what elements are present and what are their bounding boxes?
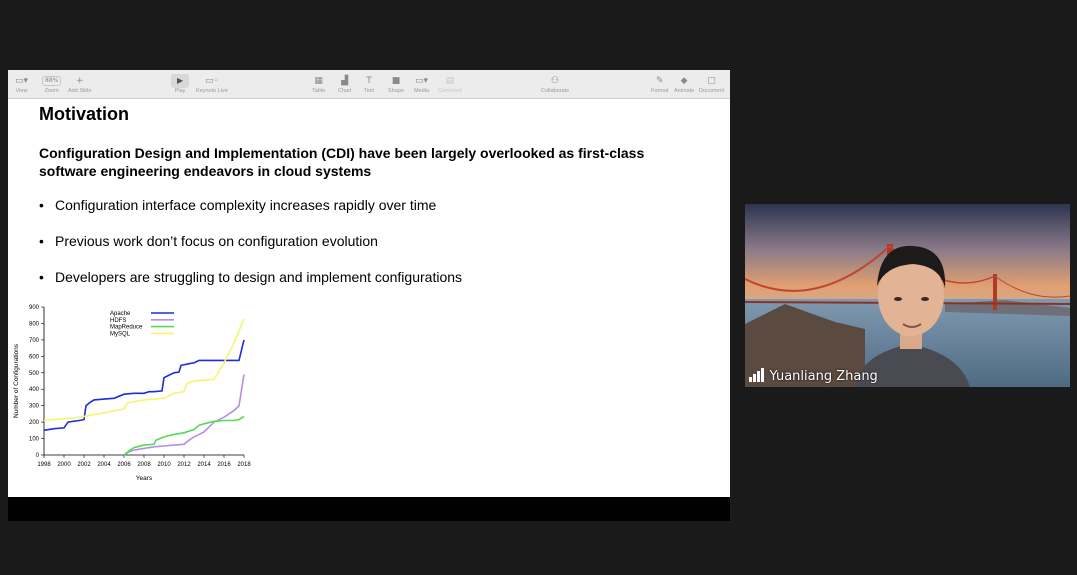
comment-button[interactable]: ▤ Comment: [438, 74, 462, 95]
add-slide-label: Add Slide: [68, 88, 92, 94]
document-button[interactable]: ▢ Document: [699, 74, 724, 95]
y-tick-label: 200: [29, 420, 40, 426]
video-frame: [745, 204, 1070, 387]
bullet-text: Previous work don’t focus on configurati…: [55, 233, 378, 249]
play-button[interactable]: ▶ Play: [171, 74, 190, 95]
keynote-toolbar: ▭▾ View 88% Zoom + Add Slide ▶ Play ▭◦ K…: [8, 70, 730, 99]
configurations-line-chart: 0 100 200 300 400 500 600 700 800 900 1998 2000 2002…: [13, 305, 251, 482]
keynote-window: ▭▾ View 88% Zoom + Add Slide ▶ Play ▭◦ K…: [8, 70, 730, 521]
table-label: Table: [312, 88, 326, 94]
chart-icon: ▟: [341, 76, 349, 86]
y-tick-label: 300: [29, 404, 40, 410]
play-icon: ▶: [171, 74, 190, 88]
keynote-live-icon: ▭◦: [205, 76, 219, 86]
text-icon: T: [366, 76, 372, 86]
format-label: Format: [651, 88, 669, 94]
x-tick-label: 2012: [177, 462, 191, 468]
slide-lead-statement: Configuration Design and Implementation …: [39, 145, 645, 179]
document-label: Document: [699, 88, 725, 94]
shape-label: Shape: [388, 88, 404, 94]
animate-button[interactable]: ◆ Animate: [674, 74, 694, 95]
table-button[interactable]: ▦ Table: [312, 74, 325, 95]
text-button[interactable]: T Text: [364, 74, 374, 95]
legend-label: MySQL: [110, 331, 131, 337]
keynote-live-button[interactable]: ▭◦ Keynote Live: [196, 74, 228, 95]
text-label: Text: [364, 88, 375, 94]
table-icon: ▦: [314, 76, 323, 86]
signal-strength-icon: [749, 368, 764, 382]
shape-button[interactable]: ■ Shape: [388, 74, 404, 95]
keynote-live-label: Keynote Live: [196, 88, 228, 94]
participant-name-tag: Yuanliang Zhang: [749, 368, 878, 384]
bullet-text: Developers are struggling to design and …: [55, 269, 463, 285]
x-tick-label: 2000: [57, 462, 71, 468]
x-tick-label: 2008: [137, 462, 151, 468]
x-tick-label: 2014: [197, 462, 211, 468]
y-tick-label: 700: [29, 338, 40, 344]
collaborate-icon: ⚇: [551, 76, 560, 86]
view-button[interactable]: ▭▾ View: [15, 74, 28, 95]
view-label: View: [15, 88, 28, 94]
media-icon: ▭▾: [414, 76, 428, 86]
collaborate-button[interactable]: ⚇ Collaborate: [541, 74, 569, 95]
zoom-value: 88%: [42, 76, 62, 86]
legend-label: MapReduce: [110, 325, 143, 331]
chart-label: Chart: [338, 88, 352, 94]
zoom-control[interactable]: 88% Zoom: [42, 74, 62, 95]
animate-icon: ◆: [680, 76, 688, 86]
media-label: Media: [414, 88, 429, 94]
y-tick-label: 800: [29, 321, 40, 327]
x-tick-label: 2004: [97, 462, 111, 468]
series-line-hdfs: [123, 374, 245, 456]
y-tick-label: 900: [29, 305, 40, 311]
collaborate-label: Collaborate: [541, 88, 570, 94]
view-icon: ▭▾: [15, 76, 29, 86]
bullet-dot: •: [39, 197, 44, 213]
animate-label: Animate: [674, 88, 695, 94]
slide-title: Motivation: [39, 104, 129, 124]
slide-canvas: Motivation Configuration Design and Impl…: [8, 99, 730, 497]
bullet-dot: •: [39, 269, 44, 285]
series-line-apache: [43, 339, 245, 432]
chart-button[interactable]: ▟ Chart: [338, 74, 351, 95]
x-tick-label: 2006: [117, 462, 131, 468]
bullet-item: • Developers are struggling to design an…: [39, 269, 462, 285]
y-tick-label: 400: [29, 387, 40, 393]
comment-icon: ▤: [445, 76, 455, 86]
comment-label: Comment: [438, 88, 462, 94]
plus-icon: +: [76, 76, 84, 86]
y-tick-label: 600: [29, 354, 40, 360]
format-button[interactable]: ✎ Format: [651, 74, 668, 95]
y-tick-label: 500: [29, 371, 40, 377]
x-tick-label: 1998: [37, 462, 51, 468]
x-tick-label: 2016: [217, 462, 231, 468]
format-icon: ✎: [655, 76, 664, 86]
bullet-item: • Configuration interface complexity inc…: [39, 197, 436, 213]
x-tick-label: 2010: [157, 462, 171, 468]
legend-label: Apache: [110, 311, 131, 317]
media-button[interactable]: ▭▾ Media: [414, 74, 429, 95]
document-icon: ▢: [707, 76, 716, 86]
y-axis-title: Number of Configurations: [13, 343, 20, 418]
x-tick-label: 2002: [77, 462, 91, 468]
add-slide-button[interactable]: + Add Slide: [68, 74, 92, 95]
y-tick-label: 100: [29, 437, 40, 443]
shape-icon: ■: [391, 76, 401, 86]
participant-video-tile: Yuanliang Zhang: [745, 204, 1070, 387]
x-tick-label: 2018: [237, 462, 251, 468]
play-label: Play: [174, 88, 186, 94]
series-line-mysql: [43, 318, 245, 422]
bullet-dot: •: [39, 233, 44, 249]
bullet-text: Configuration interface complexity incre…: [55, 197, 437, 213]
y-tick-label: 0: [36, 453, 40, 459]
x-axis-title: Years: [136, 475, 153, 482]
participant-name: Yuanliang Zhang: [769, 369, 878, 384]
screen: ▭▾ View 88% Zoom + Add Slide ▶ Play ▭◦ K…: [0, 0, 1077, 575]
legend-label: HDFS: [110, 318, 126, 324]
zoom-label: Zoom: [44, 88, 59, 94]
bullet-item: • Previous work don’t focus on configura…: [39, 233, 378, 249]
